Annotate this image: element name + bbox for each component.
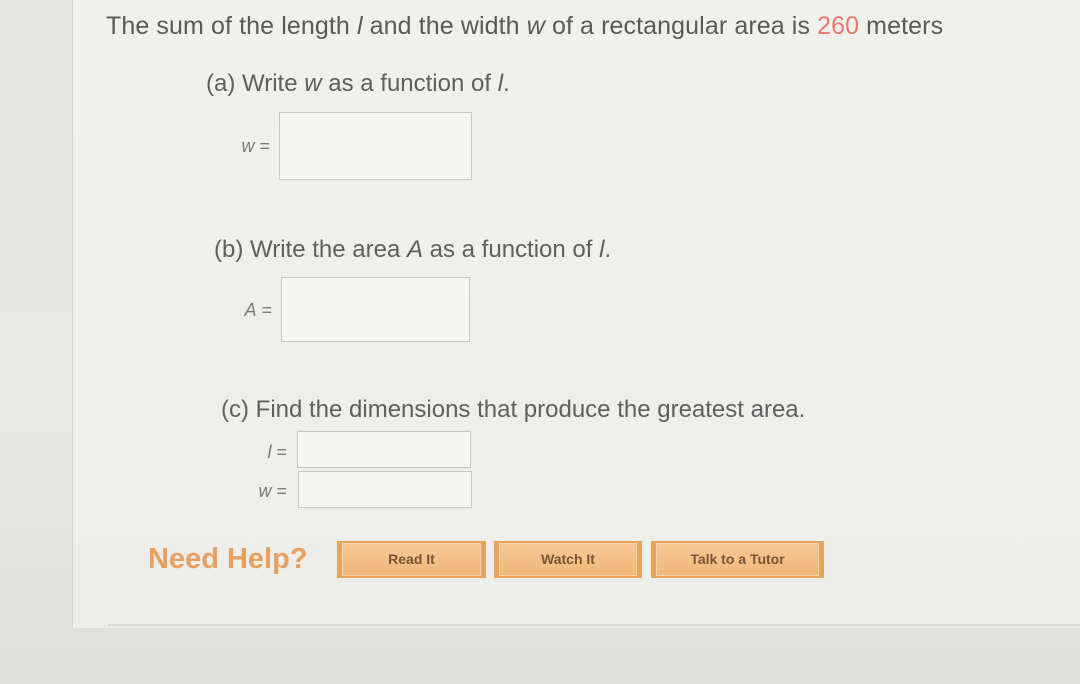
part-a-text-3: . (503, 70, 510, 97)
part-c-eq1-sign: = (271, 442, 287, 462)
part-c-eq2-label: w = (225, 481, 287, 502)
part-b-text-1: (b) Write the area (214, 236, 407, 263)
talk-to-tutor-button[interactable]: Talk to a Tutor (651, 541, 824, 578)
part-b-eq-sign: = (256, 300, 272, 320)
part-c-eq1-label: l = (225, 442, 287, 463)
part-a-eq-label: w = (210, 136, 270, 157)
question-mid2: of a rectangular area is (544, 12, 818, 40)
read-it-button[interactable]: Read It (337, 541, 486, 578)
part-a-prompt: (a) Write w as a function of l. (206, 70, 510, 98)
part-a-eq-sign: = (254, 136, 270, 156)
watch-it-button[interactable]: Watch It (494, 541, 642, 578)
part-b-text-3: . (604, 236, 612, 263)
part-a-eq-var: w (241, 136, 255, 156)
answer-input-length[interactable] (297, 431, 471, 468)
part-b-var: A (406, 236, 423, 263)
question-mid1: and the width (362, 12, 527, 40)
part-b-eq-label: A = (210, 300, 272, 321)
question-suffix: meters (859, 12, 944, 40)
need-help-label: Need Help? (148, 543, 308, 575)
part-b-text-2: as a function of (422, 236, 600, 263)
panel-divider (108, 624, 1080, 626)
part-b-prompt: (b) Write the area A as a function of l. (214, 236, 611, 264)
part-c-prompt: (c) Find the dimensions that produce the… (221, 396, 806, 423)
answer-input-area-function[interactable] (281, 277, 470, 342)
answer-input-width[interactable] (298, 471, 472, 508)
question-prefix: The sum of the length (106, 12, 357, 40)
answer-input-w-function[interactable] (279, 112, 472, 180)
part-c-eq2-var: w (258, 481, 272, 501)
question-var-w: w (526, 12, 545, 40)
question-text: The sum of the length l and the width w … (106, 12, 943, 41)
part-a-text-1: (a) Write (206, 70, 305, 97)
part-c-eq2-sign: = (271, 481, 287, 501)
part-a-text-2: as a function of (321, 70, 498, 97)
part-b-eq-var: A (244, 300, 257, 320)
part-a-var: w (304, 70, 322, 97)
given-value: 260 (817, 12, 860, 40)
